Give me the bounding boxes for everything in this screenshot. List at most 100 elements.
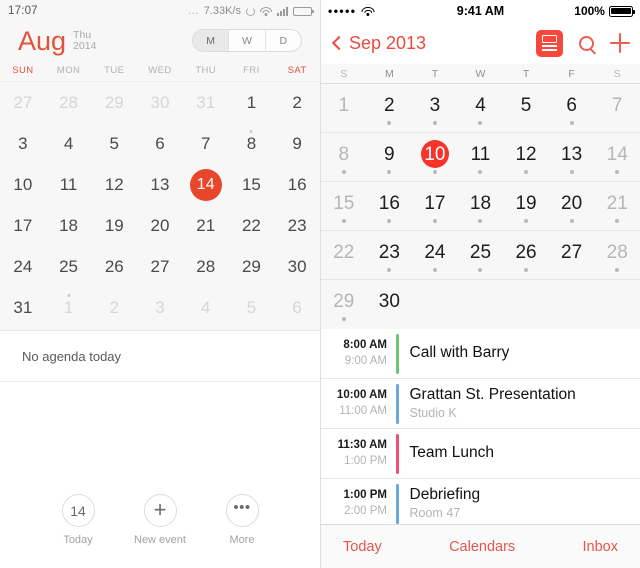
day-cell[interactable]: 27 [549, 231, 595, 279]
day-cell[interactable]: 9 [274, 123, 320, 164]
day-cell[interactable]: 7 [594, 84, 640, 132]
day-cell[interactable]: 22 [321, 231, 367, 279]
day-cell[interactable]: 17 [0, 205, 46, 246]
day-cell[interactable]: 6 [549, 84, 595, 132]
day-cell[interactable]: 4 [183, 287, 229, 328]
day-cell[interactable]: 16 [367, 182, 413, 230]
day-cell[interactable]: 6 [274, 287, 320, 328]
day-cell[interactable]: 14 [594, 133, 640, 181]
weekday-thu: T [522, 67, 530, 80]
more-button[interactable]: ••• More [208, 494, 276, 546]
segment-day[interactable]: D [264, 30, 301, 51]
month-grid[interactable]: 27 28 29 30 31 1 2 3 4 5 6 7 8 9 10 11 12 13 14 15 16 17 18 19 2… [0, 82, 320, 330]
day-cell[interactable]: 9 [367, 133, 413, 181]
day-cell[interactable]: 12 [503, 133, 549, 181]
day-cell[interactable]: 13 [549, 133, 595, 181]
day-cell[interactable]: 22 [229, 205, 275, 246]
day-cell[interactable]: 1 [229, 82, 275, 123]
day-number: 1 [338, 94, 350, 116]
day-cell[interactable]: 12 [91, 164, 137, 205]
day-cell[interactable]: 10 [412, 133, 458, 181]
event-list[interactable]: 8:00 AM 9:00 AM Call with Barry 10:00 AM 11:… [321, 329, 640, 524]
day-cell[interactable]: 18 [458, 182, 504, 230]
day-cell[interactable]: 5 [229, 287, 275, 328]
toolbar-inbox-button[interactable]: Inbox [583, 539, 618, 555]
day-cell[interactable]: 3 [412, 84, 458, 132]
day-cell[interactable]: 6 [137, 123, 183, 164]
toolbar-calendars-button[interactable]: Calendars [449, 539, 515, 555]
day-cell[interactable]: 17 [412, 182, 458, 230]
day-cell[interactable]: 24 [412, 231, 458, 279]
day-cell[interactable]: 26 [91, 246, 137, 287]
day-cell[interactable]: 20 [549, 182, 595, 230]
day-cell[interactable]: 20 [137, 205, 183, 246]
event-row[interactable]: 11:30 AM 1:00 PM Team Lunch [321, 429, 640, 479]
day-cell[interactable]: 21 [594, 182, 640, 230]
event-end-time: 2:00 PM [344, 504, 387, 517]
day-cell[interactable]: 26 [503, 231, 549, 279]
day-cell[interactable]: 30 [137, 82, 183, 123]
search-icon[interactable] [579, 35, 594, 51]
day-cell[interactable]: 23 [367, 231, 413, 279]
day-cell[interactable]: 2 [367, 84, 413, 132]
event-row[interactable]: 8:00 AM 9:00 AM Call with Barry [321, 329, 640, 379]
day-cell[interactable]: 25 [458, 231, 504, 279]
day-cell[interactable]: 28 [183, 246, 229, 287]
day-cell[interactable]: 3 [137, 287, 183, 328]
day-cell[interactable]: 29 [229, 246, 275, 287]
day-cell[interactable]: 11 [46, 164, 92, 205]
day-cell[interactable]: 13 [137, 164, 183, 205]
day-cell[interactable]: 16 [274, 164, 320, 205]
day-cell[interactable]: 19 [91, 205, 137, 246]
ios-month-grid[interactable]: 1 2 3 4 5 6 7 8 9 10 11 12 13 14 15 16 17 18 19 20 21 22 23 24 2… [321, 84, 640, 329]
day-cell[interactable]: 25 [46, 246, 92, 287]
weekday-sun: S [340, 67, 348, 80]
weekday-sat: SAT [287, 65, 307, 76]
day-cell[interactable]: 5 [503, 84, 549, 132]
day-cell[interactable]: 31 [183, 82, 229, 123]
date-subtitle: Thu 2014 [73, 29, 96, 52]
day-cell[interactable]: 1 [321, 84, 367, 132]
view-mode-segmented-control[interactable]: M W D [192, 29, 302, 52]
day-cell[interactable]: 19 [503, 182, 549, 230]
day-cell[interactable]: 18 [46, 205, 92, 246]
day-view-icon[interactable] [536, 29, 563, 57]
day-cell[interactable]: 28 [594, 231, 640, 279]
day-cell[interactable]: 30 [274, 246, 320, 287]
day-cell[interactable]: 3 [0, 123, 46, 164]
day-cell[interactable]: 2 [274, 82, 320, 123]
day-cell[interactable]: 2 [91, 287, 137, 328]
day-cell[interactable]: 14 [183, 164, 229, 205]
segment-week[interactable]: W [228, 30, 264, 51]
new-event-button[interactable]: + New event [126, 494, 194, 546]
day-cell[interactable]: 30 [367, 280, 413, 329]
week-row: 15 16 17 18 19 20 21 [321, 182, 640, 231]
back-button[interactable]: Sep 2013 [331, 33, 426, 54]
day-cell[interactable]: 8 [229, 123, 275, 164]
day-cell[interactable]: 28 [46, 82, 92, 123]
day-cell[interactable]: 27 [137, 246, 183, 287]
toolbar-today-button[interactable]: Today [343, 539, 382, 555]
day-cell[interactable]: 1 [46, 287, 92, 328]
day-cell[interactable]: 29 [321, 280, 367, 329]
day-cell[interactable]: 15 [321, 182, 367, 230]
segment-month[interactable]: M [193, 30, 229, 51]
day-cell[interactable]: 7 [183, 123, 229, 164]
event-row[interactable]: 10:00 AM 11:00 AM Grattan St. Presentation… [321, 379, 640, 429]
day-cell[interactable]: 11 [458, 133, 504, 181]
day-cell[interactable]: 31 [0, 287, 46, 328]
day-cell[interactable]: 4 [46, 123, 92, 164]
day-cell[interactable]: 23 [274, 205, 320, 246]
today-button[interactable]: 14 Today [44, 494, 112, 546]
day-cell[interactable]: 24 [0, 246, 46, 287]
day-cell[interactable]: 10 [0, 164, 46, 205]
day-cell[interactable]: 8 [321, 133, 367, 181]
event-row[interactable]: 1:00 PM 2:00 PM Debriefing Room 47 [321, 479, 640, 524]
plus-icon[interactable] [610, 33, 630, 53]
day-cell[interactable]: 4 [458, 84, 504, 132]
day-cell[interactable]: 15 [229, 164, 275, 205]
day-cell[interactable]: 29 [91, 82, 137, 123]
day-cell[interactable]: 5 [91, 123, 137, 164]
day-cell[interactable]: 21 [183, 205, 229, 246]
day-cell[interactable]: 27 [0, 82, 46, 123]
